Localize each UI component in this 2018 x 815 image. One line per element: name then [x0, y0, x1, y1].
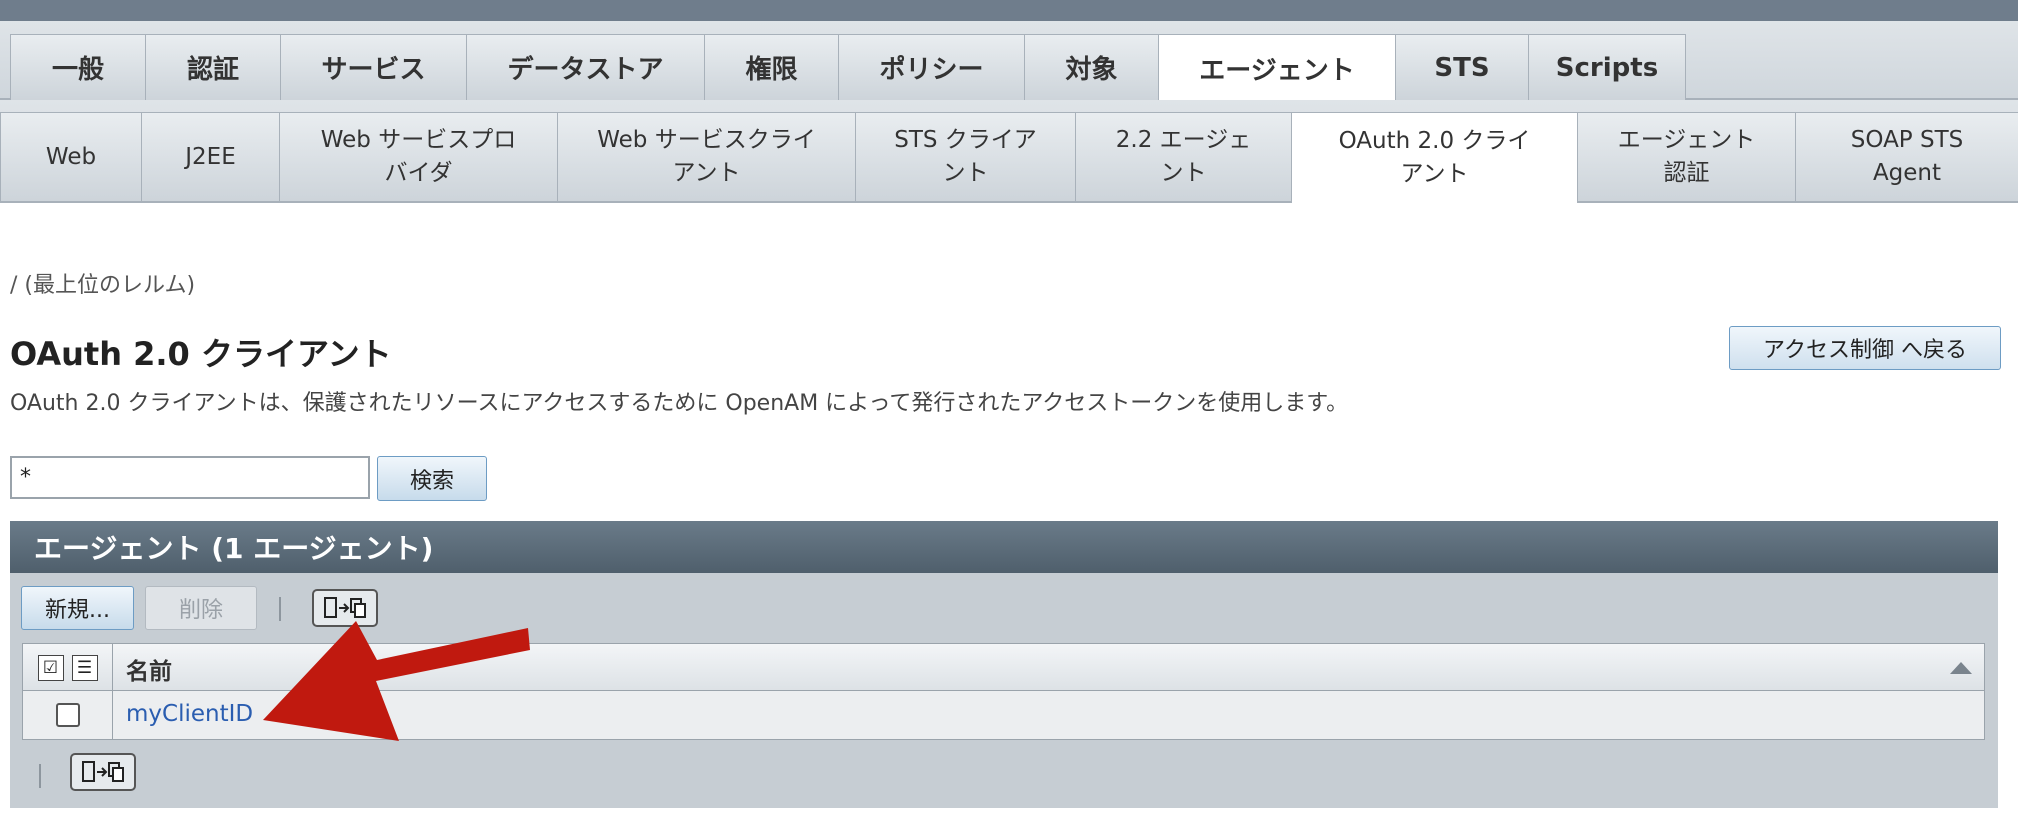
tab-general[interactable]: 一般 — [10, 34, 145, 100]
agents-panel: エージェント (1 エージェント) 新規... 削除 ☑ ☰ 名前 myClie… — [10, 521, 1998, 808]
row-checkbox[interactable] — [55, 703, 80, 727]
tab-privileges[interactable]: 権限 — [704, 34, 838, 100]
sort-ascending-icon[interactable] — [1950, 662, 1972, 674]
column-header-name[interactable]: 名前 — [126, 652, 172, 686]
main-tab-bar: 一般 認証 サービス データストア 権限 ポリシー 対象 エージェント STS … — [0, 21, 2018, 102]
subtab-web-service-provider[interactable]: Web サービスプロ バイダ — [279, 112, 557, 201]
selection-controls: ☑ ☰ — [23, 644, 113, 691]
toolbar-separator — [279, 597, 281, 621]
table-preferences-icon — [82, 761, 124, 782]
table-header: ☑ ☰ 名前 — [23, 644, 1984, 691]
delete-button: 削除 — [145, 586, 257, 630]
tab-subjects[interactable]: 対象 — [1024, 34, 1158, 100]
table-row: myClientID — [23, 691, 1984, 739]
footer-separator — [39, 764, 41, 788]
tab-services[interactable]: サービス — [280, 34, 466, 100]
tab-scripts[interactable]: Scripts — [1528, 34, 1686, 100]
tab-agents[interactable]: エージェント — [1158, 34, 1395, 102]
panel-title: エージェント (1 エージェント) — [10, 521, 1998, 573]
agent-type-tab-bar: Web J2EE Web サービスプロ バイダ Web サービスクライ アント … — [0, 100, 2018, 203]
page-description: OAuth 2.0 クライアントは、保護されたリソースにアクセスするために Op… — [10, 391, 1349, 416]
preferences-button[interactable] — [312, 589, 378, 627]
preferences-button-bottom[interactable] — [70, 753, 136, 791]
tab-data-store[interactable]: データストア — [466, 34, 704, 100]
page-title: OAuth 2.0 クライアント — [10, 335, 392, 373]
subtab-web-service-client[interactable]: Web サービスクライ アント — [557, 112, 855, 201]
tab-authentication[interactable]: 認証 — [145, 34, 280, 100]
select-all-icon[interactable]: ☑ — [37, 654, 64, 681]
deselect-all-icon[interactable]: ☰ — [71, 654, 98, 681]
subtab-soap-sts-agent[interactable]: SOAP STS Agent — [1795, 112, 2018, 201]
new-button[interactable]: 新規... — [21, 586, 134, 630]
row-select-cell — [23, 691, 113, 739]
subtab-web[interactable]: Web — [0, 112, 141, 201]
agents-table: ☑ ☰ 名前 myClientID — [22, 643, 1985, 740]
breadcrumb: / (最上位のレルム) — [10, 273, 196, 298]
subtab-agent-authenticator[interactable]: エージェント 認証 — [1577, 112, 1795, 201]
tab-sts[interactable]: STS — [1395, 34, 1528, 100]
subtab-sts-client[interactable]: STS クライア ント — [855, 112, 1075, 201]
search-button[interactable]: 検索 — [377, 456, 487, 501]
subtab-oauth2-client[interactable]: OAuth 2.0 クライ アント — [1291, 112, 1577, 203]
subtab-2-2-agent[interactable]: 2.2 エージェ ント — [1075, 112, 1291, 201]
table-preferences-icon — [324, 597, 366, 618]
subtab-j2ee[interactable]: J2EE — [141, 112, 279, 201]
search-input[interactable] — [10, 456, 370, 499]
tab-policies[interactable]: ポリシー — [838, 34, 1024, 100]
back-to-access-control-button[interactable]: アクセス制御 へ戻る — [1729, 326, 2001, 370]
top-strip — [0, 0, 2018, 21]
client-name-link[interactable]: myClientID — [126, 701, 253, 727]
